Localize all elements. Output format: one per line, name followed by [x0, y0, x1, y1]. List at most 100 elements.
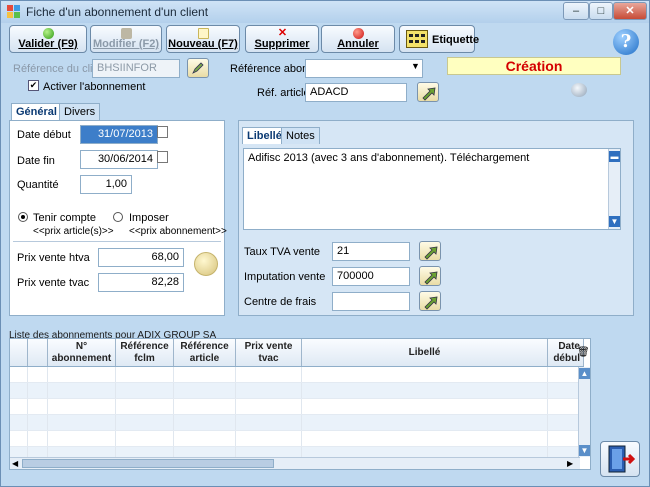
table-cell — [174, 383, 236, 398]
table-cell — [10, 415, 28, 430]
app-icon — [7, 5, 20, 18]
chevron-down-icon[interactable]: ▼ — [411, 61, 420, 71]
new-button[interactable]: Nouveau (F7) — [166, 25, 240, 53]
arrow-up-icon — [424, 271, 438, 285]
tab-general[interactable]: Général — [11, 103, 62, 120]
activate-checkbox[interactable]: ✔ — [28, 80, 39, 91]
price-tvac-field[interactable]: 82,28 — [98, 273, 184, 292]
table-cell — [48, 399, 116, 414]
vat-rate-field[interactable]: 21 — [332, 242, 410, 261]
grid-col-price-tvac[interactable]: Prix vente tvac — [236, 339, 302, 366]
calendar-icon[interactable] — [157, 126, 168, 138]
delete-icon[interactable]: 🗑 — [577, 347, 590, 358]
quantity-field[interactable]: 1,00 — [80, 175, 132, 194]
modify-button[interactable]: Modifier (F2) — [90, 25, 162, 53]
calculator-icon[interactable] — [194, 252, 218, 276]
imputation-field[interactable]: 700000 — [332, 267, 410, 286]
vat-rate-label: Taux TVA vente — [244, 246, 321, 258]
grid-col-subscription[interactable]: N° abonnement — [48, 339, 116, 366]
label-button[interactable]: Etiquette — [399, 25, 479, 53]
article-lookup-button[interactable] — [417, 82, 439, 102]
grid-col-1[interactable] — [28, 339, 48, 366]
scroll-down-icon[interactable]: ▼ — [579, 445, 590, 456]
scroll-left-icon[interactable]: ◀ — [12, 459, 18, 468]
table-cell — [548, 367, 580, 382]
radio-article-price-label: Tenir compte — [33, 212, 96, 224]
table-row[interactable] — [10, 431, 580, 447]
cancel-button[interactable]: Annuler — [321, 25, 395, 53]
client-ref-field[interactable]: BHSIINFOR — [92, 59, 180, 78]
price-htva-field[interactable]: 68,00 — [98, 248, 184, 267]
table-row[interactable] — [10, 399, 580, 415]
client-lookup-button[interactable] — [187, 58, 209, 78]
radio-subscription-price-label: Imposer — [129, 212, 169, 224]
arrow-up-icon — [424, 246, 438, 260]
minimize-button[interactable]: – — [563, 2, 589, 20]
end-date-field[interactable]: 30/06/2014 — [80, 150, 158, 169]
table-cell — [236, 399, 302, 414]
scroll-right-icon[interactable]: ▶ — [567, 459, 573, 468]
table-row[interactable] — [10, 415, 580, 431]
table-cell — [10, 431, 28, 446]
scroll-up-icon[interactable]: ▲ — [579, 368, 590, 379]
table-cell — [28, 431, 48, 446]
radio-article-price-sub: <<prix article(s)>> — [33, 226, 114, 237]
scroll-thumb[interactable] — [22, 459, 274, 468]
vat-lookup-button[interactable] — [419, 241, 441, 261]
barcode-icon — [406, 30, 428, 48]
table-cell — [174, 367, 236, 382]
table-cell — [174, 399, 236, 414]
label-textarea[interactable]: Adifisc 2013 (avec 3 ans d'abonnement). … — [243, 148, 621, 230]
start-date-field[interactable]: 31/07/2013 — [80, 125, 158, 144]
radio-article-price[interactable] — [18, 212, 28, 222]
divider — [13, 241, 221, 242]
grid-col-label[interactable]: Libellé — [302, 339, 548, 366]
maximize-button[interactable]: □ — [589, 2, 613, 20]
grid-hscrollbar[interactable]: ◀ ▶ — [10, 457, 580, 469]
grid-col-ref-fclm[interactable]: Référence fclm — [116, 339, 174, 366]
table-cell — [302, 367, 548, 382]
title-bar: Fiche d'un abonnement d'un client – □ ✕ — [1, 1, 649, 23]
radio-subscription-price[interactable] — [113, 212, 123, 222]
table-row[interactable] — [10, 367, 580, 383]
table-cell — [548, 383, 580, 398]
table-cell — [48, 383, 116, 398]
table-cell — [548, 431, 580, 446]
cost-center-field[interactable] — [332, 292, 410, 311]
table-cell — [302, 399, 548, 414]
radio-subscription-price-sub: <<prix abonnement>> — [129, 226, 227, 237]
calendar-icon[interactable] — [157, 151, 168, 163]
scroll-down-icon[interactable]: ▼ — [609, 216, 620, 227]
table-cell — [28, 367, 48, 382]
arrow-up-icon — [424, 296, 438, 310]
tab-divers[interactable]: Divers — [59, 103, 101, 120]
help-icon[interactable]: ? — [613, 29, 639, 55]
exit-button[interactable] — [600, 441, 640, 477]
grid-col-0[interactable] — [10, 339, 28, 366]
window-title: Fiche d'un abonnement d'un client — [26, 5, 209, 19]
arrow-up-icon — [422, 87, 436, 101]
table-cell — [10, 399, 28, 414]
validate-button[interactable]: Valider (F9) — [9, 25, 87, 53]
article-ref-field[interactable]: ADACD — [305, 83, 407, 102]
start-date-label: Date début — [17, 129, 71, 141]
tab-notes[interactable]: Notes — [281, 127, 320, 144]
imputation-label: Imputation vente — [244, 271, 326, 283]
subscription-ref-select[interactable] — [305, 59, 423, 78]
table-cell — [116, 431, 174, 446]
subscriptions-grid: N° abonnement Référence fclm Référence arti… — [9, 338, 591, 470]
cost-center-lookup-button[interactable] — [419, 291, 441, 311]
table-cell — [28, 415, 48, 430]
table-cell — [236, 383, 302, 398]
delete-button[interactable]: ✕ Supprimer — [245, 25, 319, 53]
toolbar: Valider (F9) Modifier (F2) Nouveau (F7) … — [9, 25, 479, 53]
quantity-label: Quantité — [17, 179, 59, 191]
mode-indicator: Création — [447, 57, 621, 75]
label-scrollbar[interactable]: ▬ ▼ — [608, 149, 620, 229]
imputation-lookup-button[interactable] — [419, 266, 441, 286]
table-row[interactable] — [10, 383, 580, 399]
scroll-up-icon[interactable]: ▬ — [609, 151, 620, 162]
grid-col-ref-article[interactable]: Référence article — [174, 339, 236, 366]
grid-vscrollbar[interactable]: ▲ ▼ — [578, 367, 590, 457]
close-button[interactable]: ✕ — [613, 2, 647, 20]
